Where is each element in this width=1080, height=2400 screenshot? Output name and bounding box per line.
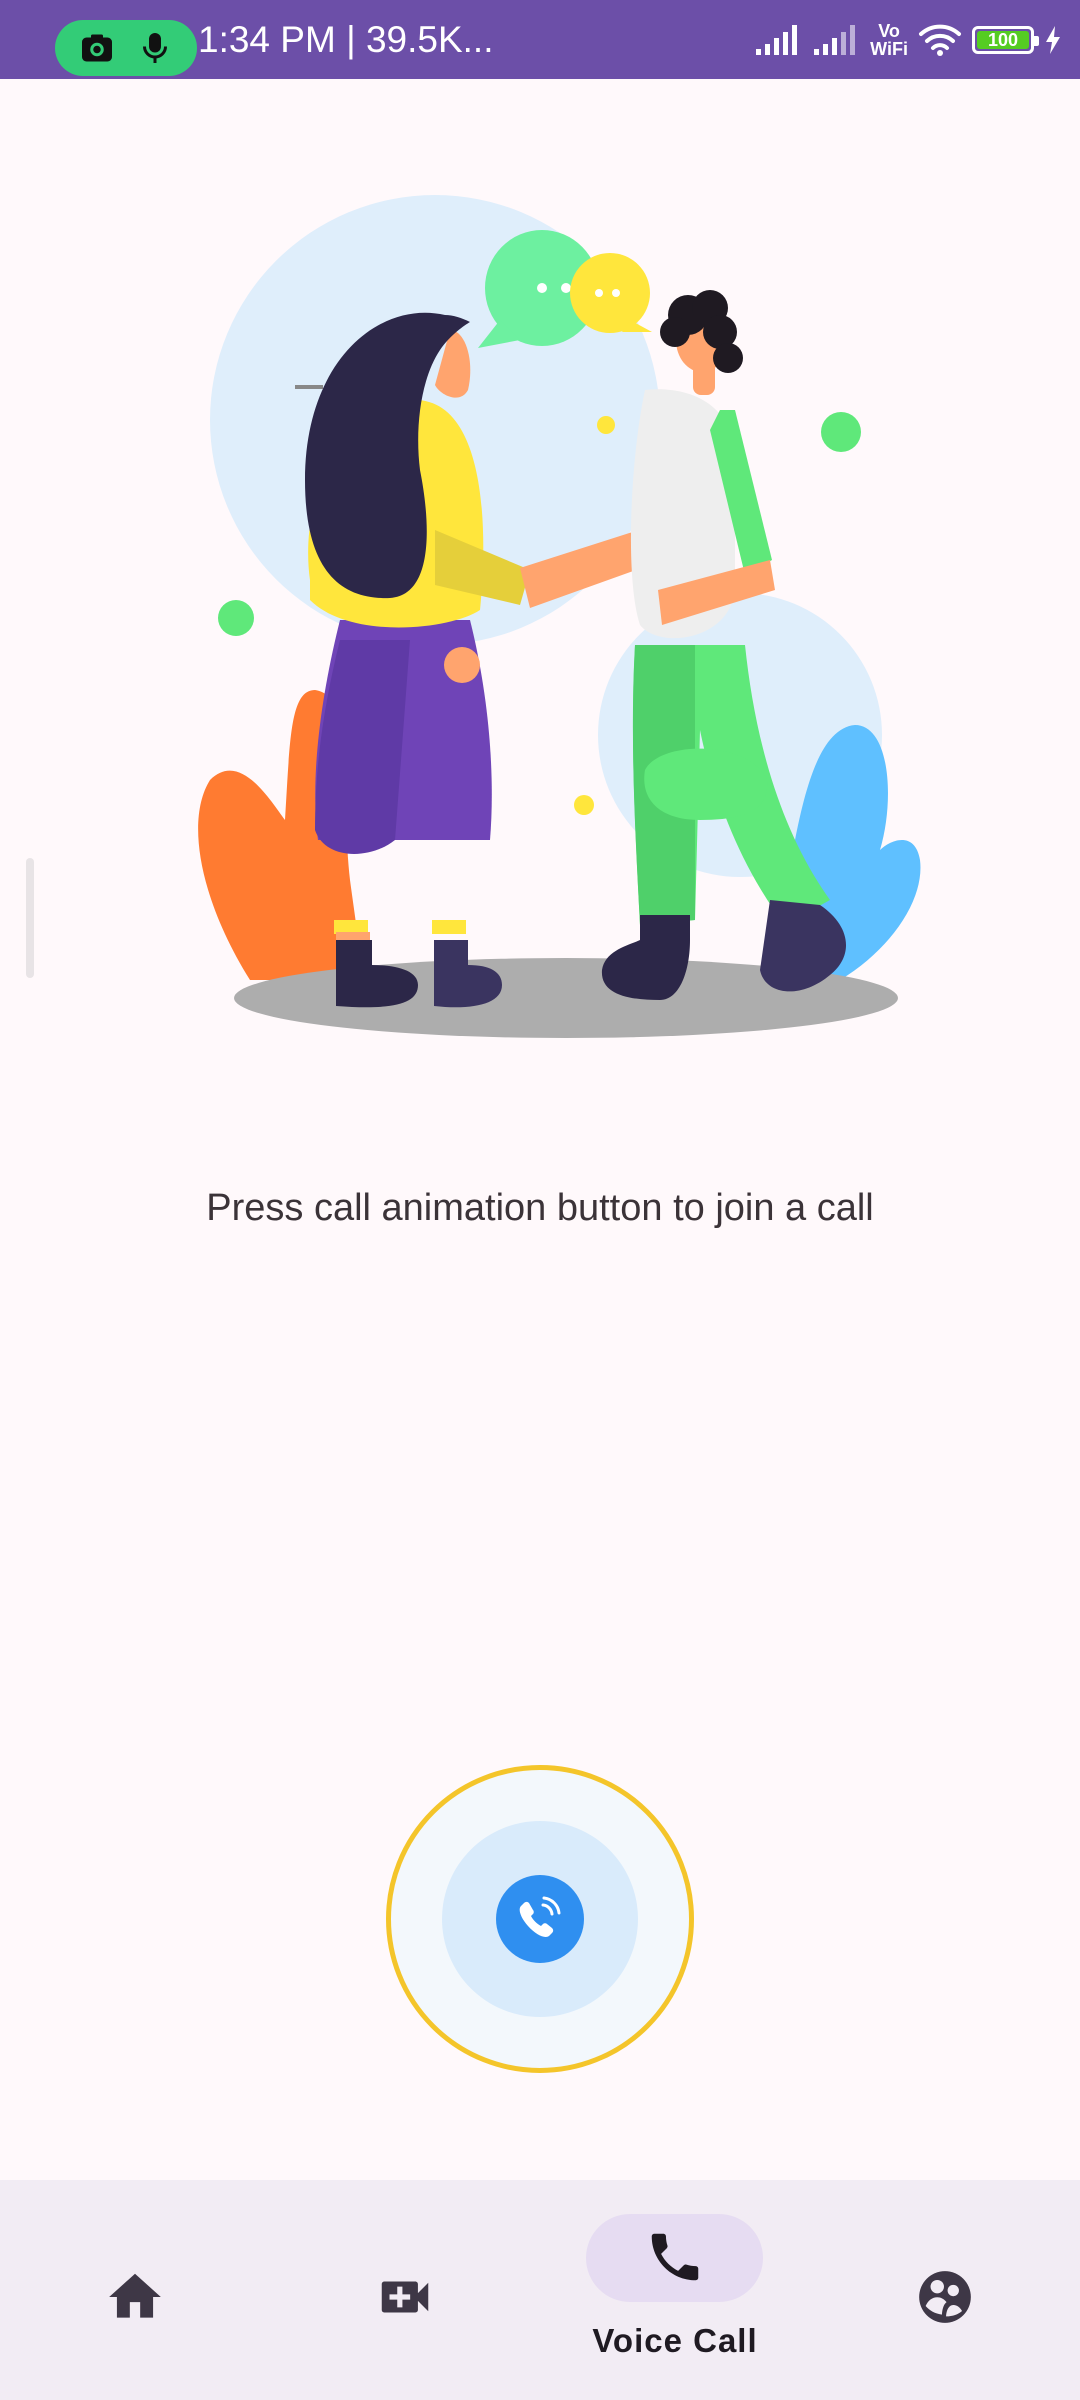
home-icon bbox=[109, 2273, 161, 2318]
camera-icon bbox=[82, 34, 112, 62]
scroll-indicator[interactable] bbox=[26, 858, 34, 978]
nav-item-groups[interactable] bbox=[870, 2180, 1020, 2400]
wifi-icon bbox=[919, 24, 961, 56]
signal-icon bbox=[814, 25, 856, 55]
call-button-core[interactable] bbox=[496, 1875, 584, 1963]
signal-icon bbox=[756, 25, 798, 55]
nav-item-video-call[interactable] bbox=[330, 2180, 480, 2400]
nav-item-voice-call[interactable] bbox=[560, 2180, 790, 2400]
status-bar: 1:34 PM | 39.5K... Vo WiFi 100 bbox=[0, 0, 1080, 79]
battery-level: 100 bbox=[987, 30, 1019, 50]
two-people-shaking-hands-illustration bbox=[198, 195, 921, 1038]
status-time: 1:34 PM | 39.5K... bbox=[198, 19, 494, 60]
phone-ringing-icon bbox=[519, 1896, 561, 1937]
vowifi-label: Vo bbox=[878, 21, 900, 41]
vowifi-indicator: Vo WiFi bbox=[870, 22, 908, 58]
status-icons: Vo WiFi 100 bbox=[754, 18, 1062, 62]
microphone-icon bbox=[143, 33, 167, 63]
nav-item-home[interactable] bbox=[60, 2180, 210, 2400]
call-animation-button[interactable] bbox=[386, 1765, 694, 2073]
phone-icon bbox=[651, 2233, 699, 2281]
vowifi-label: WiFi bbox=[870, 39, 908, 59]
join-call-prompt: Press call animation button to join a ca… bbox=[206, 1187, 874, 1229]
groups-icon bbox=[919, 2271, 971, 2323]
nav-label-voice-call: Voice Call bbox=[592, 2322, 758, 2359]
video-call-icon bbox=[381, 2281, 429, 2313]
bottom-navigation-bar bbox=[0, 2180, 1080, 2400]
recording-indicator bbox=[55, 20, 197, 76]
battery-icon: 100 bbox=[972, 26, 1039, 54]
charging-icon bbox=[1046, 26, 1060, 54]
